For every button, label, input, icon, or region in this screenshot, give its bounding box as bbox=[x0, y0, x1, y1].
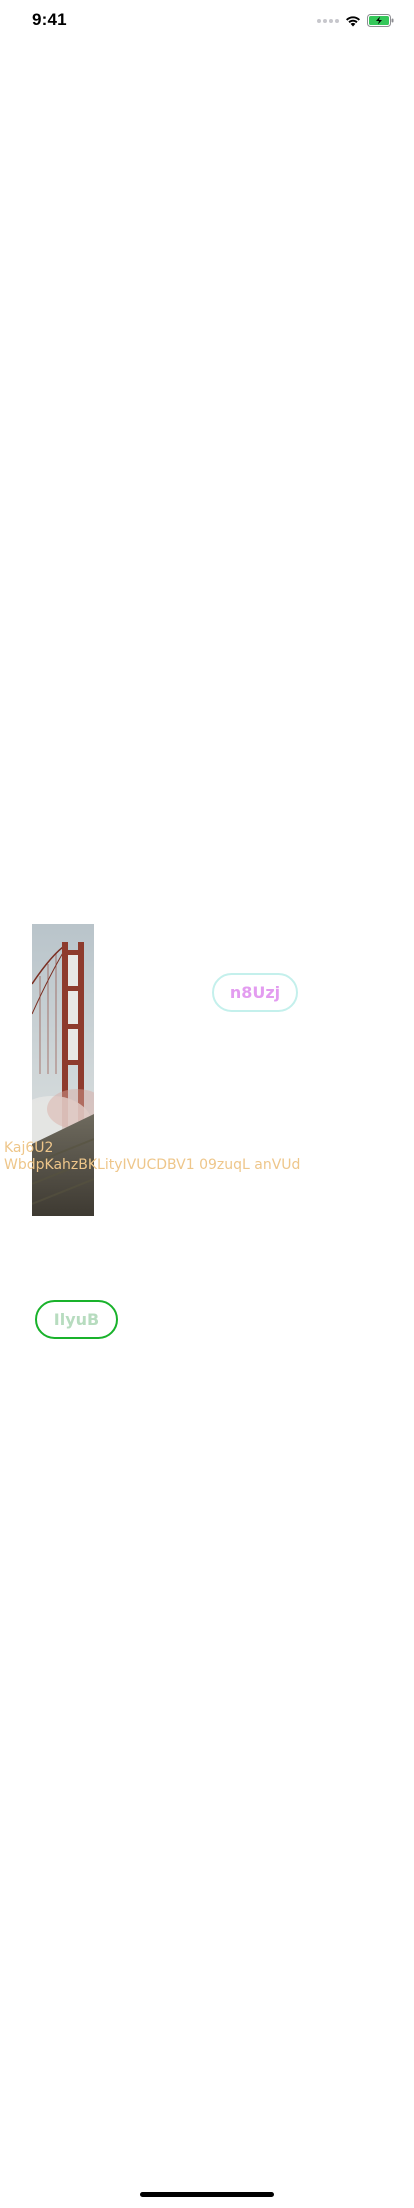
signal-dots-icon bbox=[317, 18, 339, 23]
battery-charging-icon bbox=[367, 14, 394, 27]
ilyub-button[interactable]: IlyuB bbox=[35, 1300, 118, 1339]
home-indicator[interactable] bbox=[140, 2192, 274, 2197]
n8uzj-button-label: n8Uzj bbox=[229, 983, 281, 1002]
status-time: 9:41 bbox=[32, 10, 67, 29]
wifi-icon bbox=[346, 15, 360, 26]
n8uzj-button[interactable]: n8Uzj bbox=[212, 973, 298, 1012]
status-icons bbox=[317, 14, 394, 27]
status-bar: 9:41 bbox=[0, 0, 414, 44]
text-label: Kaj6U2 WbdpKahzBKLityIVUCDBV1 09zuqL anV… bbox=[4, 1140, 301, 1173]
ilyub-button-label: IlyuB bbox=[53, 1310, 100, 1329]
